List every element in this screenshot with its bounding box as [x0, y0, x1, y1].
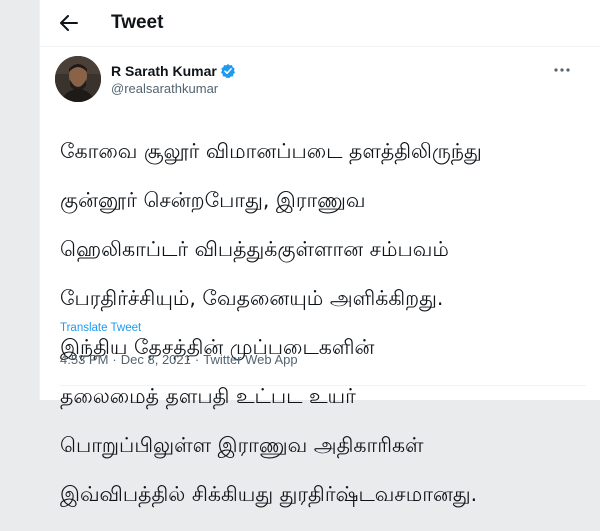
profile-photo [55, 56, 101, 102]
verified-badge-icon [220, 63, 236, 79]
tweet-text-line: பேரதிர்ச்சியும், வேதனையும் அளிக்கிறது. [60, 285, 444, 310]
arrow-left-icon [60, 15, 78, 31]
tweet-meta: 4:53 PM · Dec 8, 2021 · Twitter Web App [60, 352, 298, 367]
author-name-row: R Sarath Kumar [111, 63, 236, 79]
tweet-text-line: குன்னூர் சென்றபோது, இராணுவ [60, 187, 366, 212]
more-horizontal-icon [554, 68, 570, 72]
avatar[interactable] [55, 56, 101, 102]
divider [60, 385, 586, 386]
tweet-text-line: தலைமைத் தளபதி உட்பட உயர் [60, 383, 356, 408]
tweet-detail-panel: Tweet R Sarath Kumar @realsarathkumar கோ… [39, 0, 600, 506]
tweet-text-line: ஹெலிகாப்டர் விபத்துக்குள்ளான சம்பவம் [60, 236, 449, 261]
tweet-header-bar: Tweet [40, 0, 600, 47]
author-handle[interactable]: @realsarathkumar [111, 81, 218, 96]
back-button[interactable] [54, 8, 84, 38]
translate-tweet-link[interactable]: Translate Tweet [60, 322, 141, 334]
tweet-text-line: கோவை சூலூர் விமானப்படை தளத்திலிருந்து [60, 138, 482, 163]
tweet-text-line: இவ்விபத்தில் சிக்கியது துரதிர்ஷ்டவசமானது… [60, 481, 478, 506]
more-options-button[interactable] [548, 60, 576, 80]
tweet-date[interactable]: Dec 8, 2021 [121, 352, 191, 367]
author-display-name[interactable]: R Sarath Kumar [111, 63, 217, 79]
tweet-text-line: பொறுப்பிலுள்ள இராணுவ அதிகாரிகள் [60, 432, 424, 457]
tweet-time[interactable]: 4:53 PM [60, 352, 108, 367]
meta-separator: · [112, 352, 117, 367]
page-title: Tweet [111, 12, 164, 33]
tweet-source[interactable]: Twitter Web App [203, 352, 297, 367]
meta-separator: · [194, 352, 200, 367]
